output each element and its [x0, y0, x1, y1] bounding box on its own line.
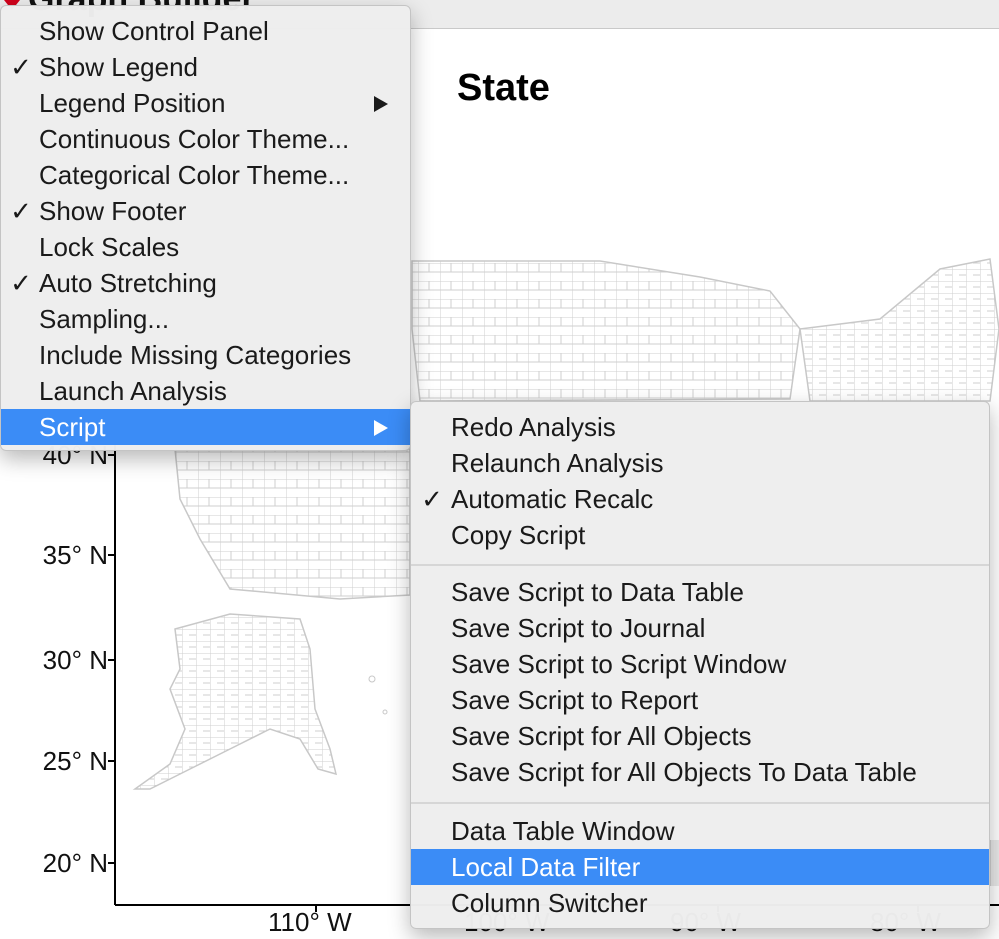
- menu-item-save-script-to-journal[interactable]: Save Script to Journal: [411, 610, 989, 646]
- menu-item-save-script-to-report[interactable]: Save Script to Report: [411, 682, 989, 718]
- menu-item-label: Save Script to Data Table: [451, 577, 744, 607]
- menu-item-include-missing-categories[interactable]: Include Missing Categories: [1, 337, 410, 373]
- menu-item-automatic-recalc[interactable]: ✓ Automatic Recalc: [411, 481, 989, 517]
- menu-item-relaunch-analysis[interactable]: Relaunch Analysis: [411, 445, 989, 481]
- menu-item-launch-analysis[interactable]: Launch Analysis: [1, 373, 410, 409]
- us-county-map-northeast: [799, 258, 999, 402]
- menu-item-label: Show Control Panel: [39, 16, 269, 46]
- menu-item-label: Show Footer: [39, 196, 187, 226]
- x-tick-label: 110° W: [268, 907, 352, 937]
- menu-item-auto-stretching[interactable]: ✓ Auto Stretching: [1, 265, 410, 301]
- menu-item-copy-script[interactable]: Copy Script: [411, 517, 989, 553]
- menu-item-label: Local Data Filter: [451, 852, 641, 882]
- checkmark-icon: ✓: [10, 196, 32, 226]
- y-tick-label: 20° N: [42, 848, 108, 878]
- menu-separator: [411, 802, 989, 804]
- menu-item-label: Include Missing Categories: [39, 340, 352, 370]
- menu-item-script[interactable]: Script: [1, 409, 410, 445]
- y-tick-label: 30° N: [42, 645, 108, 675]
- menu-item-label: Save Script for All Objects: [451, 721, 752, 751]
- menu-item-label: Save Script to Script Window: [451, 649, 787, 679]
- checkmark-icon: ✓: [421, 484, 443, 514]
- y-tick-label: 25° N: [42, 746, 108, 776]
- menu-item-label: Copy Script: [451, 520, 586, 550]
- menu-separator: [411, 564, 989, 566]
- menu-item-label: Script: [39, 412, 106, 442]
- checkmark-icon: ✓: [10, 268, 32, 298]
- menu-item-lock-scales[interactable]: Lock Scales: [1, 229, 410, 265]
- submenu-arrow-icon: [374, 420, 388, 436]
- menu-item-label: Lock Scales: [39, 232, 180, 262]
- menu-item-label: Save Script for All Objects To Data Tabl…: [451, 757, 917, 787]
- menu-item-show-footer[interactable]: ✓ Show Footer: [1, 193, 410, 229]
- menu-item-redo-analysis[interactable]: Redo Analysis: [411, 409, 989, 445]
- menu-item-column-switcher[interactable]: Column Switcher: [411, 885, 989, 921]
- menu-item-data-table-window[interactable]: Data Table Window: [411, 813, 989, 849]
- menu-item-save-script-to-script-window[interactable]: Save Script to Script Window: [411, 646, 989, 682]
- menu-item-show-control-panel[interactable]: Show Control Panel: [1, 13, 410, 49]
- menu-item-label: Column Switcher: [451, 888, 648, 918]
- menu-item-label: Sampling...: [39, 304, 170, 334]
- script-submenu: Redo Analysis Relaunch Analysis ✓ Automatic…: [410, 401, 990, 929]
- menu-item-label: Show Legend: [39, 52, 199, 82]
- us-county-map-north: [411, 260, 801, 402]
- menu-item-label: Legend Position: [39, 88, 226, 118]
- menu-item-continuous-color-theme[interactable]: Continuous Color Theme...: [1, 121, 410, 157]
- menu-item-label: Save Script to Report: [451, 685, 699, 715]
- menu-item-sampling[interactable]: Sampling...: [1, 301, 410, 337]
- menu-item-legend-position[interactable]: Legend Position: [1, 85, 410, 121]
- menu-item-show-legend[interactable]: ✓ Show Legend: [1, 49, 410, 85]
- us-county-map-west: [174, 448, 411, 600]
- menu-item-label: Redo Analysis: [451, 412, 616, 442]
- menu-item-label: Automatic Recalc: [451, 484, 654, 514]
- y-tick-label: 35° N: [42, 540, 108, 570]
- menu-item-label: Data Table Window: [451, 816, 675, 846]
- submenu-arrow-icon: [374, 96, 388, 112]
- scrollbar-edge[interactable]: [990, 840, 999, 886]
- menu-item-save-script-to-data-table[interactable]: Save Script to Data Table: [411, 574, 989, 610]
- menu-item-label: Relaunch Analysis: [451, 448, 664, 478]
- context-menu: Show Control Panel ✓ Show Legend Legend Pos…: [0, 5, 411, 451]
- menu-item-label: Auto Stretching: [39, 268, 217, 298]
- menu-item-label: Launch Analysis: [39, 376, 227, 406]
- menu-item-label: Categorical Color Theme...: [39, 160, 350, 190]
- menu-item-save-script-for-all-objects-to-data-table[interactable]: Save Script for All Objects To Data Tabl…: [411, 754, 989, 790]
- menu-item-label: Continuous Color Theme...: [39, 124, 350, 154]
- menu-item-save-script-for-all-objects[interactable]: Save Script for All Objects: [411, 718, 989, 754]
- menu-item-local-data-filter[interactable]: Local Data Filter: [411, 849, 989, 885]
- checkmark-icon: ✓: [10, 52, 32, 82]
- menu-item-categorical-color-theme[interactable]: Categorical Color Theme...: [1, 157, 410, 193]
- alaska-outline: [132, 613, 338, 790]
- menu-item-label: Save Script to Journal: [451, 613, 706, 643]
